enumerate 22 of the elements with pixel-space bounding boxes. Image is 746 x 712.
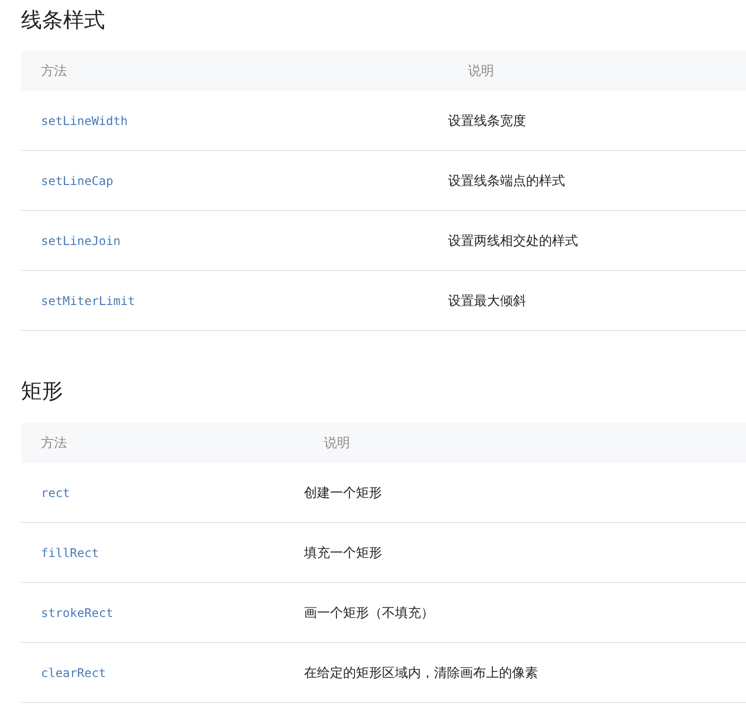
description-cell: 设置最大倾斜 [448, 271, 746, 331]
method-cell: setLineWidth [21, 91, 448, 151]
column-header: 方法 [21, 423, 304, 463]
section-heading: 矩形 [21, 378, 64, 405]
column-header: 说明 [304, 423, 746, 463]
description-cell: 在给定的矩形区域内，清除画布上的像素 [304, 643, 746, 703]
method-cell: setMiterLimit [21, 271, 448, 331]
method-cell: setLineJoin [21, 211, 448, 271]
section-heading: 线条样式 [21, 7, 106, 34]
column-header: 说明 [448, 51, 746, 91]
description-cell: 设置线条宽度 [448, 91, 746, 151]
description-cell: 设置线条端点的样式 [448, 151, 746, 211]
column-header: 方法 [21, 51, 448, 91]
description-cell: 创建一个矩形 [304, 463, 746, 523]
description-cell: 设置两线相交处的样式 [448, 211, 746, 271]
method-cell: rect [21, 463, 304, 523]
description-cell: 填充一个矩形 [304, 523, 746, 583]
description-cell: 画一个矩形（不填充） [304, 583, 746, 643]
method-cell: fillRect [21, 523, 304, 583]
method-cell: strokeRect [21, 583, 304, 643]
method-cell: clearRect [21, 643, 304, 703]
method-cell: setLineCap [21, 151, 448, 211]
